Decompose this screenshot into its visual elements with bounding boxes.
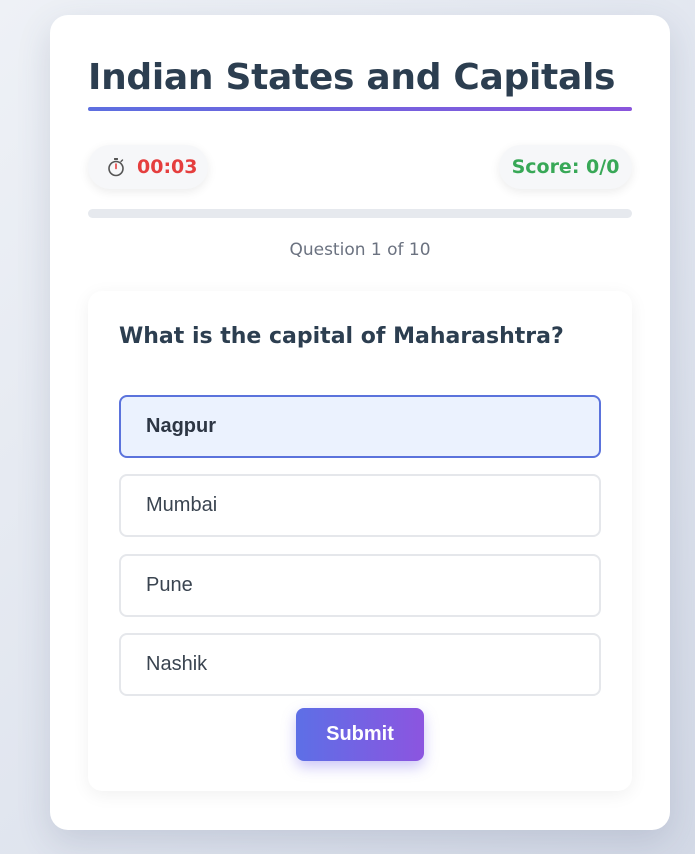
option-label: Pune [146,574,193,596]
timer-value: 00:03 [137,156,198,178]
option-label: Nashik [146,653,208,675]
option-nagpur[interactable]: Nagpur [119,395,601,458]
page-title: Indian States and Capitals [88,57,616,98]
question-counter: Question 1 of 10 [289,240,431,260]
option-label: Nagpur [146,415,216,437]
question-text: What is the capital of Maharashtra? [119,324,564,349]
question-container: What is the capital of Maharashtra? Nagp… [88,291,632,791]
quiz-card: Indian States and Capitals 00:03 Score: … [50,15,670,830]
score-value: Score: 0/0 [511,156,620,178]
option-nashik[interactable]: Nashik [119,633,601,696]
score-badge: Score: 0/0 [499,145,632,189]
submit-button[interactable]: Submit [296,708,424,761]
title-underline [88,107,632,111]
option-mumbai[interactable]: Mumbai [119,474,601,537]
timer-badge: 00:03 [88,145,208,189]
option-label: Mumbai [146,494,218,516]
stopwatch-icon [106,157,126,177]
option-pune[interactable]: Pune [119,554,601,617]
progress-bar [88,209,632,218]
